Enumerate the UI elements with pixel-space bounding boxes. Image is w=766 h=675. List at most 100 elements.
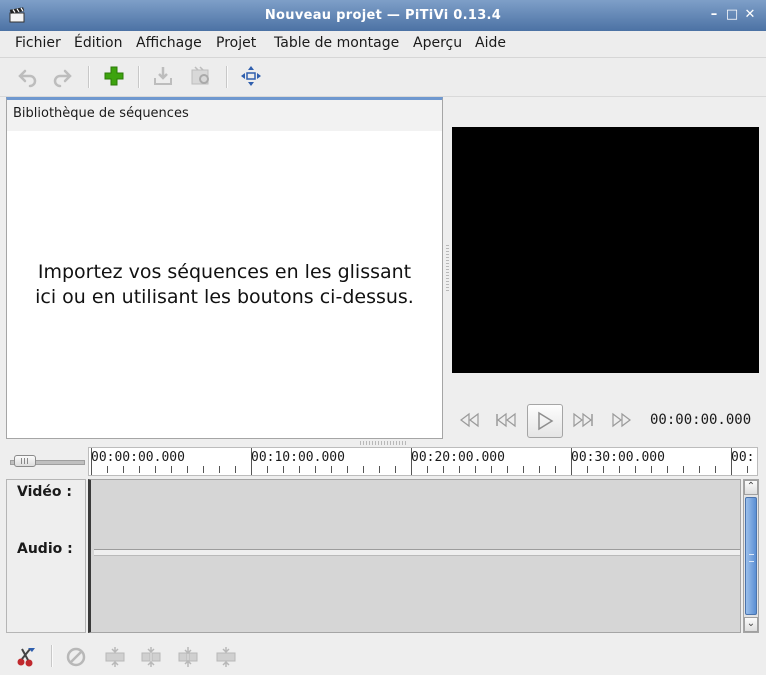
scrollbar-thumb[interactable]	[745, 497, 757, 615]
menu-aide[interactable]: Aide	[475, 35, 506, 51]
ruler-tick	[539, 466, 540, 473]
ruler-tick	[443, 466, 444, 473]
ruler-tick	[507, 466, 508, 473]
ruler-tick	[747, 466, 748, 473]
close-icon[interactable]: ✕	[743, 7, 757, 22]
split-cut-icon[interactable]	[14, 645, 38, 669]
maximize-icon[interactable]: □	[725, 7, 739, 22]
pane-splitter[interactable]	[360, 441, 406, 445]
library-message-line: Importez vos séquences en les glissant	[37, 261, 412, 283]
undo-icon[interactable]	[16, 64, 40, 88]
ruler-tick	[475, 466, 476, 473]
video-viewer	[452, 127, 759, 373]
toolbar-separator	[51, 645, 53, 667]
ruler-label: 00:20:00.000	[411, 450, 505, 465]
skip-back-icon[interactable]	[494, 408, 518, 432]
ruler-label: 00:30:00.000	[571, 450, 665, 465]
ruler-tick	[363, 466, 364, 473]
ruler-tick	[699, 466, 700, 473]
menu-fichier[interactable]: Fichier	[15, 35, 61, 51]
ruler-tick	[379, 466, 380, 473]
ruler-tick	[283, 466, 284, 473]
ruler-tick	[171, 466, 172, 473]
ruler-tick	[683, 466, 684, 473]
ruler-tick	[315, 466, 316, 473]
ruler-tick	[667, 466, 668, 473]
library-title[interactable]: Bibliothèque de séquences	[7, 100, 442, 131]
menu-projet[interactable]: Projet	[216, 35, 256, 51]
ruler-tick	[155, 466, 156, 473]
timeline-tracks[interactable]	[88, 479, 741, 633]
menu-table-de-montage[interactable]: Table de montage	[274, 35, 399, 51]
audio-track-label: Audio :	[17, 541, 73, 557]
play-icon	[538, 411, 554, 431]
ruler-tick	[427, 466, 428, 473]
ruler-tick	[523, 466, 524, 473]
video-track-label: Vidéo :	[17, 484, 72, 500]
window-title: Nouveau projet — PiTiVi 0.13.4	[264, 8, 502, 23]
ruler-tick	[251, 448, 252, 475]
import-icon[interactable]	[151, 64, 175, 88]
delete-forbidden-icon[interactable]	[64, 645, 88, 669]
redo-icon[interactable]	[50, 64, 74, 88]
ungroup-icon[interactable]	[214, 645, 238, 669]
ruler-tick	[203, 466, 204, 473]
fullscreen-move-icon[interactable]	[239, 64, 263, 88]
ruler-tick	[267, 466, 268, 473]
timecode-display: 00:00:00.000	[650, 412, 752, 428]
track-labels-panel: Vidéo : Audio :	[6, 479, 86, 633]
ruler-label: 00:00:00.000	[91, 450, 185, 465]
ruler-tick	[635, 466, 636, 473]
ruler-tick	[411, 448, 412, 475]
ruler-tick	[123, 466, 124, 473]
ruler-tick	[139, 466, 140, 473]
menu-apercu[interactable]: Aperçu	[413, 35, 462, 51]
toolbar-separator	[138, 66, 140, 88]
track-separator	[94, 549, 740, 556]
pane-handle[interactable]	[446, 245, 449, 293]
ruler-tick	[331, 466, 332, 473]
ruler-tick	[651, 466, 652, 473]
ruler-tick	[107, 466, 108, 473]
scroll-down-icon[interactable]: ⌄	[744, 617, 758, 632]
timeline-toolbar	[0, 637, 766, 675]
play-button[interactable]	[527, 404, 563, 438]
add-plus-icon[interactable]	[102, 64, 126, 88]
ruler-tick	[715, 466, 716, 473]
render-settings-icon[interactable]	[189, 64, 213, 88]
ruler-label: 00:10:00.000	[251, 450, 345, 465]
toolbar-separator	[88, 66, 90, 88]
clip-library-panel[interactable]: Bibliothèque de séquences Importez vos s…	[6, 97, 443, 439]
ruler-tick	[91, 448, 92, 475]
timeline-ruler[interactable]: 00:00:00.000 00:10:00.000 00:20:00.000 0…	[88, 447, 758, 476]
minimize-icon[interactable]: –	[707, 7, 721, 22]
ruler-tick	[395, 466, 396, 473]
rewind-icon[interactable]	[458, 408, 482, 432]
menu-affichage[interactable]: Affichage	[136, 35, 202, 51]
skip-forward-icon[interactable]	[571, 408, 595, 432]
ruler-tick	[235, 466, 236, 473]
ruler-tick	[587, 466, 588, 473]
timeline-scrollbar[interactable]: ⌃ ⌄	[743, 479, 759, 633]
library-message-line: ici ou en utilisant les boutons ci-dessu…	[35, 286, 414, 308]
ruler-tick	[299, 466, 300, 473]
ruler-label: 00:	[731, 450, 755, 465]
ruler-tick	[731, 448, 732, 475]
link-icon[interactable]	[103, 645, 127, 669]
menu-bar: Fichier Édition Affichage Projet Table d…	[0, 31, 766, 58]
ruler-tick	[555, 466, 556, 473]
title-bar: Nouveau projet — PiTiVi 0.13.4 – □ ✕	[0, 0, 766, 32]
ruler-tick	[603, 466, 604, 473]
library-empty-message: Importez vos séquences en les glissant i…	[7, 260, 442, 310]
unlink-icon[interactable]	[139, 645, 163, 669]
main-toolbar	[0, 58, 766, 97]
scroll-up-icon[interactable]: ⌃	[744, 480, 758, 495]
menu-edition[interactable]: Édition	[74, 35, 122, 51]
ruler-tick	[571, 448, 572, 475]
ruler-tick	[459, 466, 460, 473]
group-icon[interactable]	[176, 645, 200, 669]
ruler-tick	[219, 466, 220, 473]
zoom-slider-thumb[interactable]	[14, 455, 36, 467]
fast-forward-icon[interactable]	[609, 408, 633, 432]
ruler-tick	[347, 466, 348, 473]
